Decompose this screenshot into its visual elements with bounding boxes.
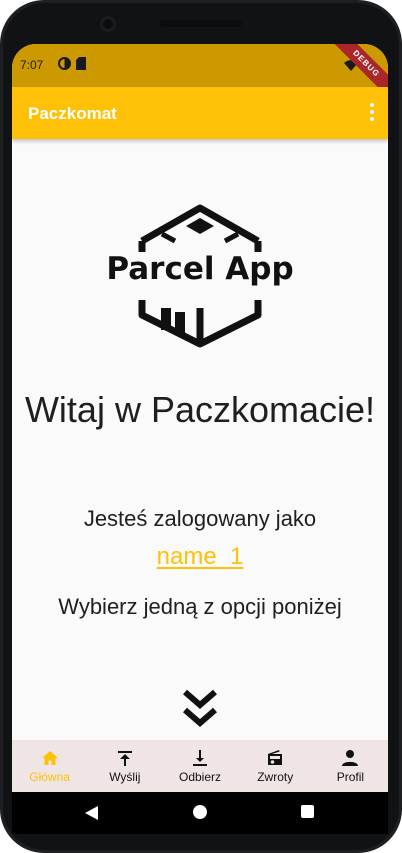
download-icon bbox=[193, 750, 207, 766]
nav-item-wyslij[interactable]: Wyślij bbox=[87, 740, 162, 792]
choose-option-label: Wybierz jedną z opcji poniżej bbox=[58, 594, 342, 619]
sd-card-icon bbox=[76, 57, 86, 75]
person-icon bbox=[342, 750, 359, 766]
nav-label-zwroty: Zwroty bbox=[257, 770, 294, 784]
home-button-icon[interactable] bbox=[193, 805, 207, 819]
home-icon bbox=[41, 751, 58, 765]
phone-frame: 7:07 DEBUG Paczkomat Parcel App Witaj w … bbox=[0, 0, 402, 853]
nav-item-glowna[interactable]: Główna bbox=[12, 740, 87, 792]
logged-in-as-label: Jesteś zalogowany jako bbox=[83, 506, 317, 531]
logo-text: Parcel App bbox=[106, 251, 294, 287]
welcome-heading: Witaj w Paczkomacie! bbox=[24, 389, 376, 430]
app-bar: Paczkomat bbox=[12, 87, 388, 139]
username-link[interactable]: name_1 bbox=[12, 543, 388, 571]
screen: 7:07 DEBUG Paczkomat Parcel App Witaj w … bbox=[12, 44, 388, 792]
upload-icon bbox=[117, 751, 132, 766]
status-bar: 7:07 DEBUG bbox=[12, 44, 388, 106]
data-saver-icon bbox=[58, 57, 71, 75]
nav-label-glowna: Główna bbox=[29, 770, 70, 784]
nav-item-odbierz[interactable]: Odbierz bbox=[162, 740, 237, 792]
parcel-app-logo: Parcel App bbox=[105, 204, 295, 349]
recent-apps-icon[interactable] bbox=[301, 805, 314, 818]
speaker-grille bbox=[160, 20, 242, 27]
app-title: Paczkomat bbox=[28, 104, 117, 123]
more-vert-icon[interactable] bbox=[368, 103, 376, 123]
system-navigation-bar bbox=[12, 792, 388, 834]
camera-icon bbox=[100, 16, 116, 32]
back-icon[interactable] bbox=[85, 806, 98, 825]
status-time: 7:07 bbox=[20, 58, 44, 72]
nav-item-zwroty[interactable]: Zwroty bbox=[238, 740, 313, 792]
radio-icon bbox=[268, 750, 283, 765]
username-text[interactable]: name_1 bbox=[157, 543, 244, 570]
bottom-navigation: Główna Wyślij Odbierz Zwroty Profil bbox=[12, 740, 388, 792]
nav-label-wyslij: Wyślij bbox=[109, 770, 141, 784]
double-chevron-down-icon bbox=[180, 687, 220, 731]
nav-label-odbierz: Odbierz bbox=[178, 770, 222, 784]
nav-label-profil: Profil bbox=[336, 770, 365, 784]
nav-item-profil[interactable]: Profil bbox=[313, 740, 388, 792]
